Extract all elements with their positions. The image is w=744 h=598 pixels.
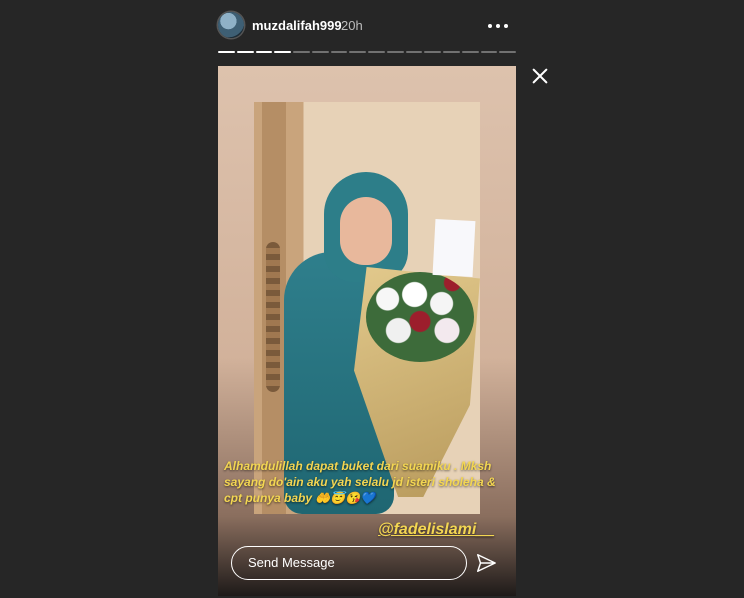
send-icon[interactable] [475,552,497,574]
progress-segment [443,51,460,53]
face [340,197,392,265]
progress-segment [349,51,366,53]
progress-segment [480,51,498,53]
progress-segment [311,51,329,53]
progress-segment [218,51,235,53]
progress-segment [255,51,273,53]
greeting-card [432,218,476,278]
progress-segment [236,51,254,53]
progress-segment [274,51,291,53]
progress-segment [405,51,423,53]
story-photo [254,102,480,514]
story-frame[interactable]: Alhamdulillah dapat buket dari suamiku .… [218,66,516,596]
progress-segment [499,51,516,53]
mention-tag[interactable]: @fadelislami__ [378,521,494,539]
story-header: muzdalifah999 20h [218,10,516,42]
progress-segment [293,51,310,53]
send-message-input[interactable]: Send Message [231,546,467,580]
username[interactable]: muzdalifah999 [252,18,342,33]
avatar[interactable] [218,12,244,38]
ornament [266,242,280,392]
progress-segment [386,51,404,53]
progress-segment [330,51,348,53]
progress-segment [461,51,479,53]
progress-segment [368,51,385,53]
timestamp: 20h [341,18,363,33]
close-icon[interactable] [530,66,550,86]
more-icon[interactable] [488,16,508,36]
story-caption: Alhamdulillah dapat buket dari suamiku .… [224,459,496,505]
story-progress-bar [218,51,516,53]
flower-bouquet [366,272,474,362]
progress-segment [424,51,441,53]
